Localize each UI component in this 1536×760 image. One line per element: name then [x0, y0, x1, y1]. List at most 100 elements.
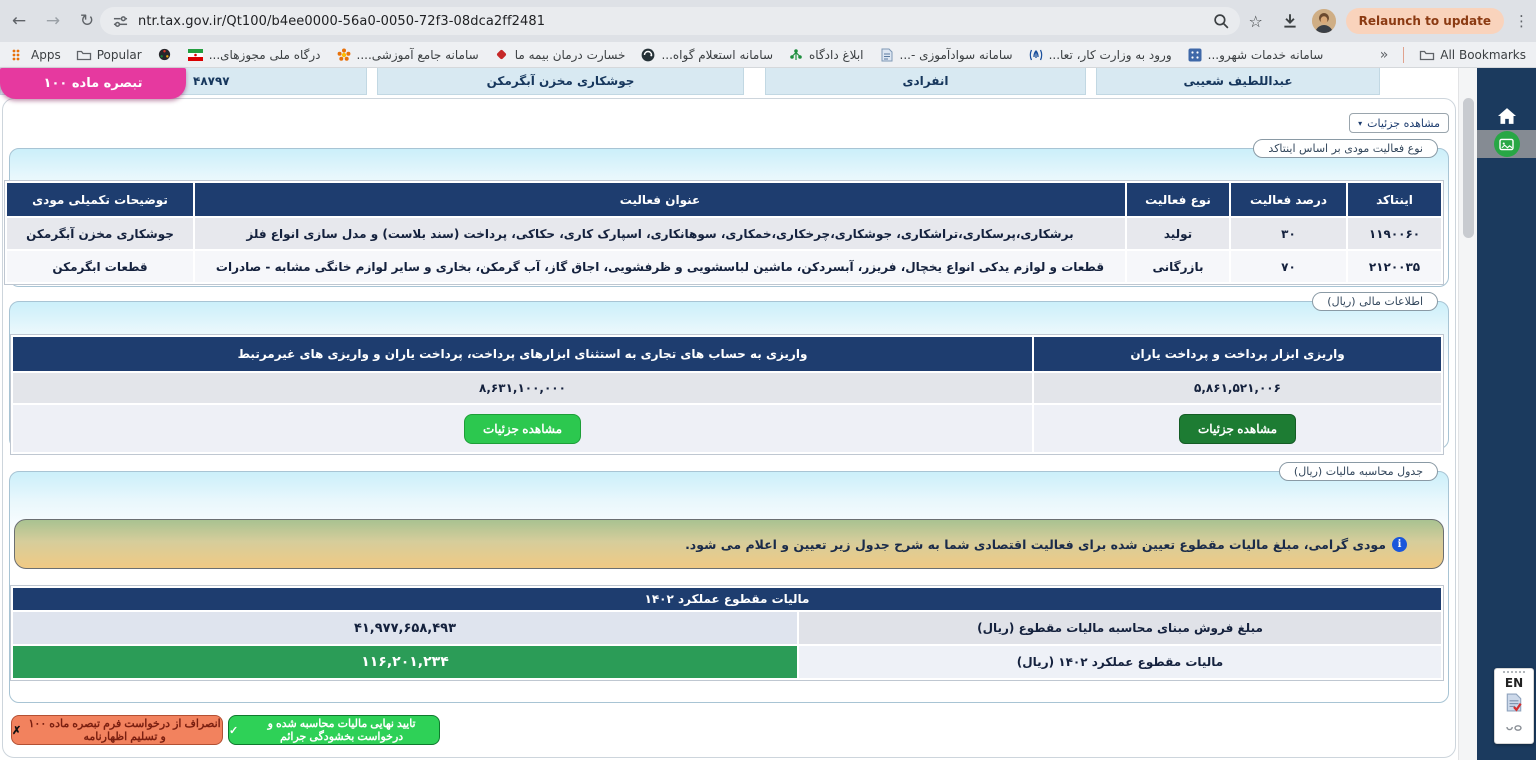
cancel-request-button[interactable]: انصراف از درخواست فرم تبصره ماده ۱۰۰ و ت… [11, 715, 223, 745]
activity-row: ۱۱۹۰۰۶۰ ۳۰ تولید برشکاری،پرسکاری،تراشکار… [7, 218, 1441, 249]
financial-section: اطلاعات مالی (ریال) واریزی ابزار پرداخت … [9, 301, 1449, 449]
fixed-tax-label: مالیات مقطوع عملکرد ۱۴۰۲ (ریال) [799, 646, 1441, 678]
sidebar-home-item[interactable] [1477, 106, 1536, 130]
bookmark-item[interactable]: ورود به وزارت کار، تعا... [1028, 47, 1172, 63]
folder-icon [1419, 47, 1435, 63]
bookmarks-overflow[interactable]: » [1380, 47, 1389, 63]
activity-table: اینتاکد درصد فعالیت نوع فعالیت عنوان فعا… [4, 180, 1444, 285]
article-100-badge: تبصره ماده ۱۰۰ [0, 68, 186, 99]
cell-title: برشکاری،پرسکاری،تراشکاری، جوشکاری،چرخکار… [195, 218, 1125, 249]
forward-icon[interactable]: → [38, 6, 68, 36]
sale-base-value: ۴۱,۹۷۷,۶۵۸,۴۹۳ [13, 612, 797, 644]
widget-extra-icon[interactable] [1505, 719, 1523, 738]
relaunch-to-update-button[interactable]: Relaunch to update [1346, 8, 1504, 34]
dark-globe-icon [640, 47, 656, 63]
sale-base-label: مبلغ فروش مبنای محاسبه مالیات مقطوع (ریا… [799, 612, 1441, 644]
address-bar[interactable]: ntr.tax.gov.ir/Qt100/b4ee0000-56a0-0050-… [100, 7, 1240, 35]
bookmark-apps[interactable]: Apps [10, 47, 61, 63]
scrollbar-thumb[interactable] [1463, 98, 1474, 238]
download-icon[interactable] [1278, 9, 1302, 33]
col-header-percent: درصد فعالیت [1231, 183, 1346, 216]
sidebar-active-item[interactable] [1477, 130, 1536, 158]
language-indicator: EN [1505, 676, 1523, 690]
bookmark-item[interactable]: سامانه خدمات شهرو... [1187, 47, 1324, 63]
summary-cell-name: عبداللطیف شعیبی [1096, 68, 1380, 95]
main-panel: مشاهده جزئیات ▾ نوع فعالیت مودی بر اساس … [2, 98, 1456, 758]
all-bookmarks-button[interactable]: All Bookmarks [1419, 47, 1526, 63]
iran-flag-icon [188, 47, 204, 63]
red-gem-icon [494, 47, 510, 63]
view-details-button-bright[interactable]: مشاهده جزئیات [464, 414, 581, 444]
flower-icon [336, 47, 352, 63]
tax-table-title: مالیات مقطوع عملکرد ۱۴۰۲ [13, 588, 1441, 610]
url-text: ntr.tax.gov.ir/Qt100/b4ee0000-56a0-0050-… [138, 14, 545, 29]
cell-percent: ۳۰ [1231, 218, 1346, 249]
cell-type: بازرگانی [1127, 251, 1229, 282]
fixed-tax-value: ۱۱۶,۲۰۱,۲۳۴ [13, 646, 797, 678]
tax-section-legend: جدول محاسبه مالیات (ریال) [1279, 462, 1438, 481]
bookmark-item[interactable]: سامانه جامع آموزشی.... [336, 47, 479, 63]
cell-intacode: ۱۱۹۰۰۶۰ [1348, 218, 1441, 249]
confirm-tax-button[interactable]: تایید نهایی مالیات محاسبه شده و درخواست … [228, 715, 440, 745]
iran-emblem-icon [1028, 47, 1044, 63]
tax-table: مالیات مقطوع عملکرد ۱۴۰۲ مبلغ فروش مبنای… [10, 585, 1444, 681]
page-scrollbar[interactable] [1458, 68, 1477, 760]
financial-section-legend: اطلاعات مالی (ریال) [1312, 292, 1438, 311]
browser-toolbar: ← → ↻ ntr.tax.gov.ir/Qt100/b4ee0000-56a0… [0, 0, 1536, 42]
bookmark-star-icon[interactable]: ☆ [1244, 9, 1268, 33]
bookmark-icon-only[interactable] [157, 47, 173, 63]
browser-window: ← → ↻ ntr.tax.gov.ir/Qt100/b4ee0000-56a0… [0, 0, 1536, 760]
col-header-intacode: اینتاکد [1348, 183, 1441, 216]
deposit-tools-value: ۵,۸۶۱,۵۲۱,۰۰۶ [1034, 373, 1441, 403]
bookmark-item[interactable]: درگاه ملی مجوزهای... [188, 47, 321, 63]
tax-notice-text: مودی گرامی، مبلغ مالیات مقطوع تعیین شده … [685, 537, 1386, 552]
home-icon [1498, 108, 1516, 128]
activity-section: نوع فعالیت مودی بر اساس اینتاکد اینتاکد … [9, 148, 1449, 287]
document-check-icon[interactable] [1506, 693, 1522, 716]
chevron-down-icon: ▾ [1358, 119, 1362, 128]
bookmarks-separator [1403, 47, 1404, 63]
check-icon: ✓ [229, 724, 238, 737]
translator-widget[interactable]: EN [1494, 668, 1534, 744]
blue-square-icon [1187, 47, 1203, 63]
reload-icon[interactable]: ↻ [72, 6, 102, 36]
document-icon [879, 47, 895, 63]
apps-grid-icon [10, 47, 26, 63]
col-header-type: نوع فعالیت [1127, 183, 1229, 216]
site-settings-icon[interactable] [112, 13, 128, 29]
dashboard-icon [1494, 131, 1520, 157]
widget-drag-handle[interactable] [1503, 671, 1525, 673]
folder-icon [76, 47, 92, 63]
info-icon: i [1392, 537, 1407, 552]
bookmarks-bar: Apps Popular درگاه ملی مجوزهای... سامانه… [0, 42, 1536, 68]
back-icon[interactable]: ← [4, 6, 34, 36]
cell-intacode: ۲۱۲۰۰۳۵ [1348, 251, 1441, 282]
zoom-icon[interactable] [1210, 9, 1234, 33]
cell-note: قطعات ابگرمکن [7, 251, 193, 282]
page-content: ۴۸۷۹۷ جوشکاری مخزن آبگرمکن انفرادی عبدال… [0, 68, 1536, 760]
cell-note: جوشکاری مخزن آبگرمکن [7, 218, 193, 249]
tax-notice-banner: i مودی گرامی، مبلغ مالیات مقطوع تعیین شد… [14, 519, 1444, 569]
view-details-dropdown[interactable]: مشاهده جزئیات ▾ [1349, 113, 1449, 133]
tax-section: جدول محاسبه مالیات (ریال) i مودی گرامی، … [9, 471, 1449, 703]
deposit-accounts-header: واریزی به حساب های تجاری به استثنای ابزا… [13, 337, 1032, 371]
chrome-menu-icon[interactable]: ⋮ [1514, 12, 1526, 30]
activity-row: ۲۱۲۰۰۳۵ ۷۰ بازرگانی قطعات و لوازم یدکی ا… [7, 251, 1441, 282]
deposit-accounts-value: ۸,۶۳۱,۱۰۰,۰۰۰ [13, 373, 1032, 403]
bookmark-item[interactable]: خسارت درمان بیمه ما [494, 47, 626, 63]
x-icon: ✗ [12, 724, 21, 737]
bookmark-item[interactable]: سامانه سوادآموزی -... [879, 47, 1013, 63]
bookmark-item[interactable]: ابلاغ دادگاه [788, 47, 864, 63]
view-details-button-dark[interactable]: مشاهده جزئیات [1179, 414, 1296, 444]
right-sidebar: EN [1477, 68, 1536, 760]
cell-type: تولید [1127, 218, 1229, 249]
bookmark-folder-popular[interactable]: Popular [76, 47, 142, 63]
activity-section-legend: نوع فعالیت مودی بر اساس اینتاکد [1253, 139, 1438, 158]
col-header-note: توضیحات تکمیلی مودی [7, 183, 193, 216]
cell-percent: ۷۰ [1231, 251, 1346, 282]
profile-avatar[interactable] [1312, 9, 1336, 33]
summary-cell-type: انفرادی [765, 68, 1086, 95]
green-people-icon [788, 47, 804, 63]
knot-icon [157, 47, 173, 63]
bookmark-item[interactable]: سامانه استعلام گواه... [640, 47, 773, 63]
